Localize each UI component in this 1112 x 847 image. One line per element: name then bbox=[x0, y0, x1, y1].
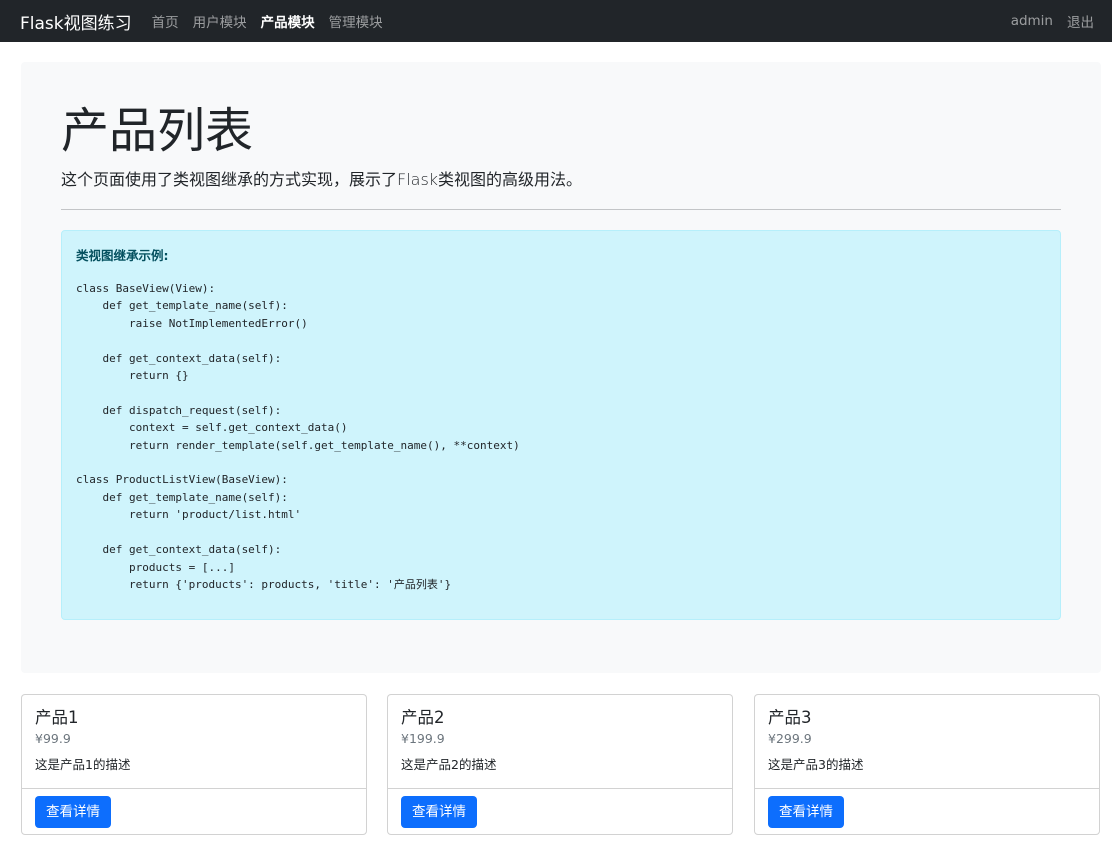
product-card: 产品3 ¥299.9 这是产品3的描述 查看详情 bbox=[754, 694, 1100, 835]
navbar-brand[interactable]: Flask视图练习 bbox=[20, 9, 132, 34]
navbar: Flask视图练习 首页 用户模块 产品模块 管理模块 admin 退出 bbox=[0, 0, 1112, 42]
nav-link-product-module[interactable]: 产品模块 bbox=[261, 11, 315, 31]
view-details-button[interactable]: 查看详情 bbox=[35, 796, 111, 828]
nav-link-user-module[interactable]: 用户模块 bbox=[193, 11, 247, 31]
nav-link-home[interactable]: 首页 bbox=[152, 11, 179, 31]
product-price: ¥299.9 bbox=[768, 731, 812, 746]
product-name: 产品1 bbox=[35, 708, 79, 727]
product-name: 产品2 bbox=[401, 708, 445, 727]
alert-title: 类视图继承示例: bbox=[76, 248, 169, 263]
nav-links: 首页 用户模块 产品模块 管理模块 bbox=[152, 11, 397, 31]
page-lead: 这个页面使用了类视图继承的方式实现，展示了Flask类视图的高级用法。 bbox=[61, 170, 583, 189]
card-footer: 查看详情 bbox=[22, 788, 366, 834]
product-card: 产品1 ¥99.9 这是产品1的描述 查看详情 bbox=[21, 694, 367, 835]
view-details-button[interactable]: 查看详情 bbox=[768, 796, 844, 828]
nav-user-area: admin 退出 bbox=[997, 11, 1094, 31]
product-description: 这是产品2的描述 bbox=[401, 757, 497, 772]
logout-link[interactable]: 退出 bbox=[1067, 11, 1094, 31]
product-description: 这是产品1的描述 bbox=[35, 757, 131, 772]
code-block: class BaseView(View): def get_template_n… bbox=[76, 282, 520, 591]
product-price: ¥199.9 bbox=[401, 731, 445, 746]
product-price: ¥99.9 bbox=[35, 731, 71, 746]
product-card: 产品2 ¥199.9 这是产品2的描述 查看详情 bbox=[387, 694, 733, 835]
product-description: 这是产品3的描述 bbox=[768, 757, 864, 772]
card-body: 产品1 ¥99.9 这是产品1的描述 bbox=[22, 695, 366, 788]
card-body: 产品3 ¥299.9 这是产品3的描述 bbox=[755, 695, 1099, 788]
page-title: 产品列表 bbox=[61, 103, 254, 159]
view-details-button[interactable]: 查看详情 bbox=[401, 796, 477, 828]
nav-link-admin-module[interactable]: 管理模块 bbox=[329, 11, 383, 31]
info-alert: 类视图继承示例: class BaseView(View): def get_t… bbox=[61, 230, 1061, 620]
product-name: 产品3 bbox=[768, 708, 812, 727]
divider bbox=[61, 209, 1061, 210]
card-footer: 查看详情 bbox=[755, 788, 1099, 834]
jumbotron: 产品列表 这个页面使用了类视图继承的方式实现，展示了Flask类视图的高级用法。… bbox=[21, 62, 1101, 673]
card-body: 产品2 ¥199.9 这是产品2的描述 bbox=[388, 695, 732, 788]
card-footer: 查看详情 bbox=[388, 788, 732, 834]
nav-username[interactable]: admin bbox=[1011, 13, 1053, 29]
